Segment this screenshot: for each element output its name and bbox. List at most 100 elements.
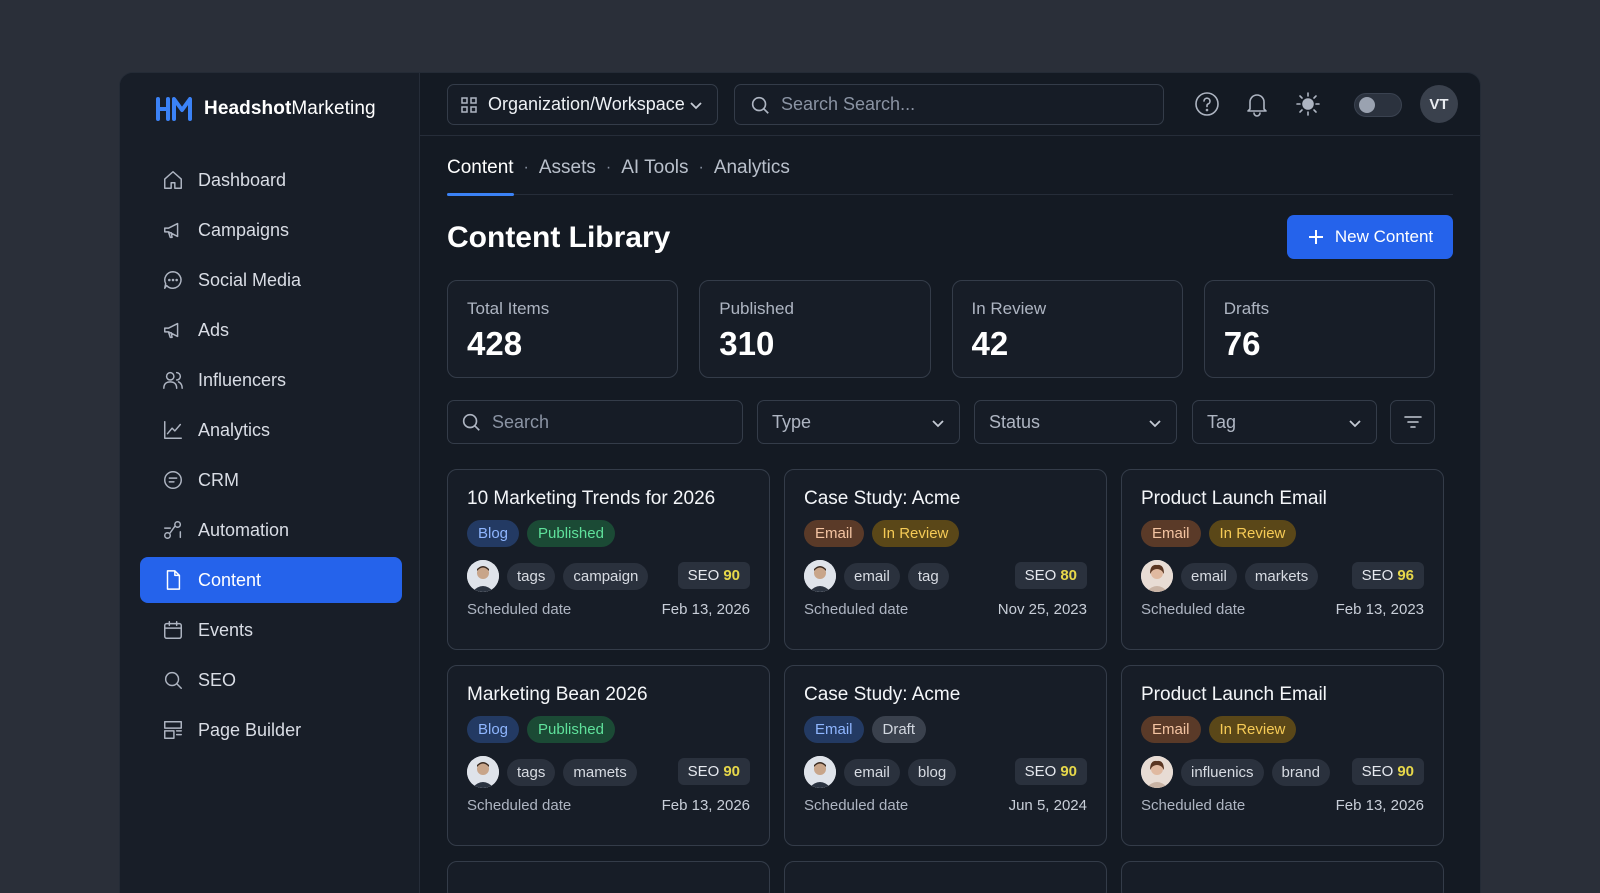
stat-label: Drafts <box>1223 299 1270 318</box>
status-filter-select[interactable]: Status <box>974 400 1177 444</box>
bell-icon[interactable] <box>1244 91 1270 117</box>
sidebar-item-seo[interactable]: SEO <box>140 657 402 703</box>
workspace-select[interactable]: Organization/Workspace <box>447 84 718 125</box>
brand-logo[interactable]: HeadshotMarketing <box>156 97 376 121</box>
sun-icon[interactable] <box>1295 91 1321 117</box>
sidebar-nav: Dashboard Campaigns Social Media Ads Inf… <box>140 157 402 757</box>
help-icon[interactable] <box>1194 91 1220 117</box>
type-badge: Email <box>804 520 864 547</box>
content-card-partial[interactable] <box>447 861 770 893</box>
sidebar-item-analytics[interactable]: Analytics <box>140 407 402 453</box>
seo-value: 90 <box>723 567 740 584</box>
sidebar-item-label: Ads <box>198 319 230 340</box>
global-search-input[interactable] <box>781 94 1141 115</box>
seo-value: 80 <box>1060 567 1077 584</box>
content-search-input[interactable] <box>492 411 722 433</box>
tag-chip[interactable]: tags <box>507 758 556 786</box>
type-filter-select[interactable]: Type <box>757 400 960 444</box>
seo-score-badge: SEO 96 <box>1351 562 1424 589</box>
tab-ai-tools[interactable]: AI Tools <box>621 157 688 195</box>
seo-label: SEO <box>1361 763 1394 780</box>
sidebar-item-label: Content <box>198 569 262 590</box>
content-card[interactable]: Case Study: Acme Email Draft email blog … <box>784 665 1107 846</box>
sidebar-item-label: Automation <box>198 519 290 540</box>
brand-name: HeadshotMarketing <box>204 98 376 119</box>
card-title: Case Study: Acme <box>804 684 961 705</box>
chart-icon <box>164 421 182 439</box>
stat-card-published: Published 310 <box>699 280 931 378</box>
tab-separator: · <box>698 159 704 176</box>
content-card-partial[interactable] <box>1121 861 1444 893</box>
status-badge: Published <box>527 520 615 547</box>
tag-chip[interactable]: campaign <box>563 562 649 590</box>
user-avatar[interactable]: VT <box>1420 85 1458 123</box>
tag-chip[interactable]: blog <box>907 758 957 786</box>
sidebar: HeadshotMarketing Dashboard Campaigns So… <box>120 73 420 893</box>
sidebar-item-label: Influencers <box>198 369 287 390</box>
tab-separator: · <box>523 159 529 176</box>
type-badge: Blog <box>467 520 520 547</box>
sidebar-item-social-media[interactable]: Social Media <box>140 257 402 303</box>
tab-assets[interactable]: Assets <box>539 157 596 195</box>
seo-score-badge: SEO 80 <box>1014 562 1087 589</box>
tag-chip[interactable]: tag <box>907 562 949 590</box>
content-card[interactable]: Product Launch Email Email In Review ema… <box>1121 469 1444 650</box>
main-content: Organization/Workspace VT Content <box>420 73 1480 893</box>
filter-bar: Type Status Tag <box>447 400 1435 444</box>
status-badge: Published <box>527 716 615 743</box>
megaphone-icon <box>164 222 179 239</box>
tab-separator: · <box>605 159 612 176</box>
content-card[interactable]: Case Study: Acme Email In Review email t… <box>784 469 1107 650</box>
tag-chip[interactable]: markets <box>1244 562 1319 590</box>
tag-chip[interactable]: tags <box>507 562 556 590</box>
tag-filter-label: Tag <box>1207 411 1237 432</box>
sidebar-item-dashboard[interactable]: Dashboard <box>140 157 402 203</box>
scheduled-date-value: Jun 5, 2024 <box>1008 797 1087 814</box>
type-badge: Email <box>1141 520 1201 547</box>
author-avatar <box>804 756 836 788</box>
content-card[interactable]: Product Launch Email Email In Review inf… <box>1121 665 1444 846</box>
tag-filter-select[interactable]: Tag <box>1192 400 1377 444</box>
crm-icon <box>164 471 182 489</box>
automation-icon <box>164 521 182 539</box>
tab-content[interactable]: Content <box>447 157 514 196</box>
tab-analytics[interactable]: Analytics <box>714 157 790 195</box>
filter-options-button[interactable] <box>1390 400 1435 444</box>
sidebar-item-crm[interactable]: CRM <box>140 457 402 503</box>
document-icon <box>166 570 181 590</box>
sidebar-item-events[interactable]: Events <box>140 607 402 653</box>
new-content-button[interactable]: New Content <box>1287 215 1453 259</box>
users-icon <box>163 371 183 389</box>
sidebar-item-ads[interactable]: Ads <box>140 307 402 353</box>
seo-label: SEO <box>1361 567 1394 584</box>
scheduled-date-label: Scheduled date <box>467 797 572 814</box>
tag-chip[interactable]: email <box>1181 562 1237 590</box>
scheduled-date-value: Feb 13, 2023 <box>1335 601 1424 618</box>
sidebar-item-campaigns[interactable]: Campaigns <box>140 207 402 253</box>
status-badge: Draft <box>871 716 927 743</box>
tag-chip[interactable]: email <box>844 562 900 590</box>
sidebar-item-label: Social Media <box>198 269 302 290</box>
tag-chip[interactable]: email <box>844 758 900 786</box>
tag-chip[interactable]: brand <box>1271 758 1330 786</box>
tag-chip[interactable]: mamets <box>563 758 637 786</box>
tag-chip[interactable]: influenics <box>1181 758 1264 786</box>
sidebar-item-page-builder[interactable]: Page Builder <box>140 707 402 753</box>
sidebar-item-automation[interactable]: Automation <box>140 507 402 553</box>
content-card[interactable]: Marketing Bean 2026 Blog Published tags … <box>447 665 770 846</box>
stat-card-in-review: In Review 42 <box>951 280 1183 378</box>
scheduled-date-value: Nov 25, 2023 <box>997 601 1087 618</box>
content-card-partial[interactable] <box>784 861 1107 893</box>
chevron-down-icon <box>932 420 944 428</box>
sidebar-item-label: Campaigns <box>198 219 290 240</box>
sidebar-item-influencers[interactable]: Influencers <box>140 357 402 403</box>
theme-toggle[interactable] <box>1354 93 1402 117</box>
chevron-down-icon <box>1149 420 1161 428</box>
sidebar-item-label: Events <box>198 619 254 640</box>
seo-score-badge: SEO 90 <box>677 758 750 785</box>
chevron-down-icon <box>1349 420 1361 428</box>
type-filter-label: Type <box>772 411 812 432</box>
content-card[interactable]: 10 Marketing Trends for 2026 Blog Publis… <box>447 469 770 650</box>
sidebar-item-content[interactable]: Content <box>140 557 402 603</box>
status-filter-label: Status <box>989 411 1041 432</box>
